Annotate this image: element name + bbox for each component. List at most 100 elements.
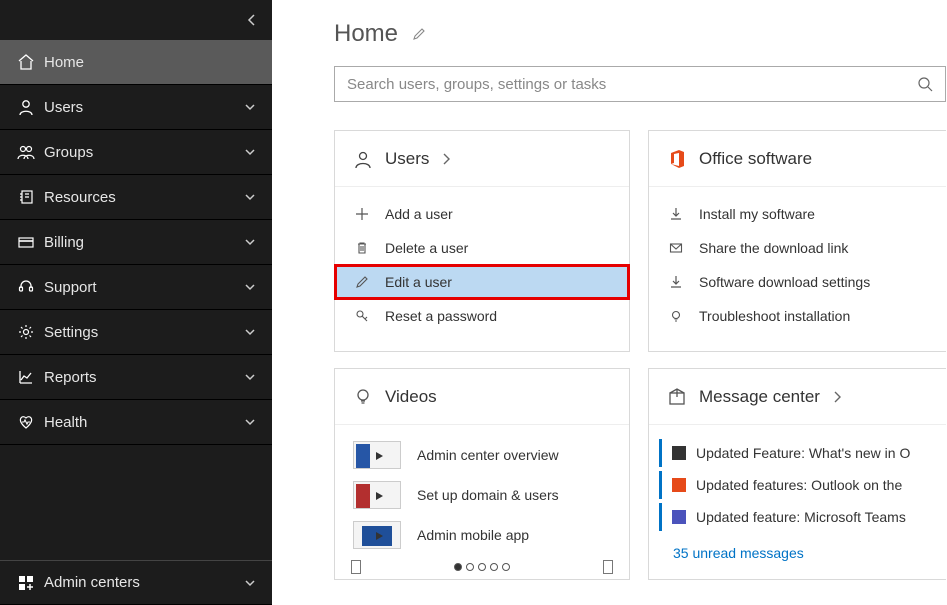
item-label: Edit a user <box>385 274 452 290</box>
package-icon <box>667 387 687 407</box>
pager-dot[interactable] <box>478 563 486 571</box>
chevron-down-icon <box>240 281 260 293</box>
home-icon <box>12 53 40 71</box>
chevron-down-icon <box>240 577 260 589</box>
video-thumbnail <box>353 441 401 469</box>
users-card: Users Add a user Delete a user Edit a us… <box>334 130 630 352</box>
sidebar-item-resources[interactable]: Resources <box>0 175 272 220</box>
pager-dot[interactable] <box>454 563 462 571</box>
videos-card-header[interactable]: Videos <box>335 369 629 425</box>
sidebar-item-admin-centers[interactable]: Admin centers <box>0 560 272 605</box>
message-center-title: Message center <box>699 387 820 407</box>
plus-icon <box>353 207 371 221</box>
unread-messages-link[interactable]: 35 unread messages <box>649 535 946 561</box>
message-label: Updated features: Outlook on the <box>696 477 902 493</box>
sidebar-item-billing[interactable]: Billing <box>0 220 272 265</box>
video-label: Set up domain & users <box>417 487 559 503</box>
pager-dot[interactable] <box>502 563 510 571</box>
download-icon <box>667 207 685 221</box>
item-label: Add a user <box>385 206 453 222</box>
chevron-down-icon <box>240 416 260 428</box>
share-link-item[interactable]: Share the download link <box>649 231 946 265</box>
edit-title-button[interactable] <box>412 27 426 41</box>
users-card-header[interactable]: Users <box>335 131 629 187</box>
message-item[interactable]: Updated Feature: What's new in O <box>659 439 946 467</box>
office-software-card: Office software Install my software Shar… <box>648 130 946 352</box>
resources-icon <box>12 188 40 206</box>
sidebar-item-label: Users <box>40 99 240 116</box>
billing-icon <box>12 233 40 251</box>
pager-dot[interactable] <box>466 563 474 571</box>
health-icon <box>12 413 40 431</box>
user-icon <box>12 98 40 116</box>
chevron-down-icon <box>240 371 260 383</box>
message-center-card: Message center Updated Feature: What's n… <box>648 368 946 580</box>
trash-icon <box>353 241 371 255</box>
message-label: Updated feature: Microsoft Teams <box>696 509 906 525</box>
chevron-down-icon <box>240 146 260 158</box>
sidebar-item-settings[interactable]: Settings <box>0 310 272 355</box>
video-item[interactable]: Admin center overview <box>335 435 629 475</box>
user-icon <box>353 149 373 169</box>
sidebar-item-health[interactable]: Health <box>0 400 272 445</box>
search-box[interactable] <box>334 66 946 102</box>
sidebar-item-label: Groups <box>40 144 240 161</box>
page-title-row: Home <box>334 20 947 48</box>
chevron-down-icon <box>240 101 260 113</box>
support-icon <box>12 278 40 296</box>
lightbulb-icon <box>353 387 373 407</box>
sidebar-item-label: Admin centers <box>40 574 240 591</box>
gear-icon <box>12 323 40 341</box>
delete-user-item[interactable]: Delete a user <box>335 231 629 265</box>
message-item[interactable]: Updated features: Outlook on the <box>659 471 946 499</box>
sidebar: Home Users Groups Resources Billing Supp <box>0 0 272 605</box>
message-label: Updated Feature: What's new in O <box>696 445 910 461</box>
reports-icon <box>12 368 40 386</box>
sidebar-item-users[interactable]: Users <box>0 85 272 130</box>
item-label: Install my software <box>699 206 815 222</box>
message-center-header[interactable]: Message center <box>649 369 946 425</box>
users-card-title: Users <box>385 149 429 169</box>
sidebar-item-support[interactable]: Support <box>0 265 272 310</box>
video-item[interactable]: Set up domain & users <box>335 475 629 515</box>
chevron-down-icon <box>240 326 260 338</box>
item-label: Share the download link <box>699 240 848 256</box>
main-content: Home Users Add a <box>272 0 947 605</box>
sidebar-item-label: Billing <box>40 234 240 251</box>
pager-dot[interactable] <box>490 563 498 571</box>
troubleshoot-item[interactable]: Troubleshoot installation <box>649 299 946 333</box>
message-item[interactable]: Updated feature: Microsoft Teams <box>659 503 946 531</box>
sidebar-item-home[interactable]: Home <box>0 40 272 85</box>
video-thumbnail <box>353 481 401 509</box>
sidebar-collapse-button[interactable] <box>0 0 272 40</box>
video-item[interactable]: Admin mobile app <box>335 515 629 555</box>
reset-password-item[interactable]: Reset a password <box>335 299 629 333</box>
install-software-item[interactable]: Install my software <box>649 197 946 231</box>
sidebar-item-label: Settings <box>40 324 240 341</box>
video-label: Admin mobile app <box>417 527 529 543</box>
device-icon[interactable] <box>603 560 613 574</box>
app-icon <box>672 478 686 492</box>
sidebar-item-label: Health <box>40 414 240 431</box>
sidebar-item-reports[interactable]: Reports <box>0 355 272 400</box>
video-thumbnail <box>353 521 401 549</box>
download-settings-item[interactable]: Software download settings <box>649 265 946 299</box>
edit-user-item[interactable]: Edit a user <box>335 265 629 299</box>
device-icon[interactable] <box>351 560 361 574</box>
search-icon[interactable] <box>917 76 933 92</box>
item-label: Troubleshoot installation <box>699 308 850 324</box>
sidebar-item-label: Support <box>40 279 240 296</box>
item-label: Software download settings <box>699 274 870 290</box>
sidebar-item-groups[interactable]: Groups <box>0 130 272 175</box>
add-user-item[interactable]: Add a user <box>335 197 629 231</box>
lightbulb-icon <box>667 309 685 323</box>
chevron-down-icon <box>240 236 260 248</box>
videos-card-title: Videos <box>385 387 437 407</box>
sidebar-item-label: Reports <box>40 369 240 386</box>
videos-card: Videos Admin center overview Set up doma… <box>334 368 630 580</box>
sidebar-item-label: Resources <box>40 189 240 206</box>
office-card-header[interactable]: Office software <box>649 131 946 187</box>
search-input[interactable] <box>347 76 917 93</box>
office-logo-icon <box>667 149 687 169</box>
pencil-icon <box>353 275 371 289</box>
